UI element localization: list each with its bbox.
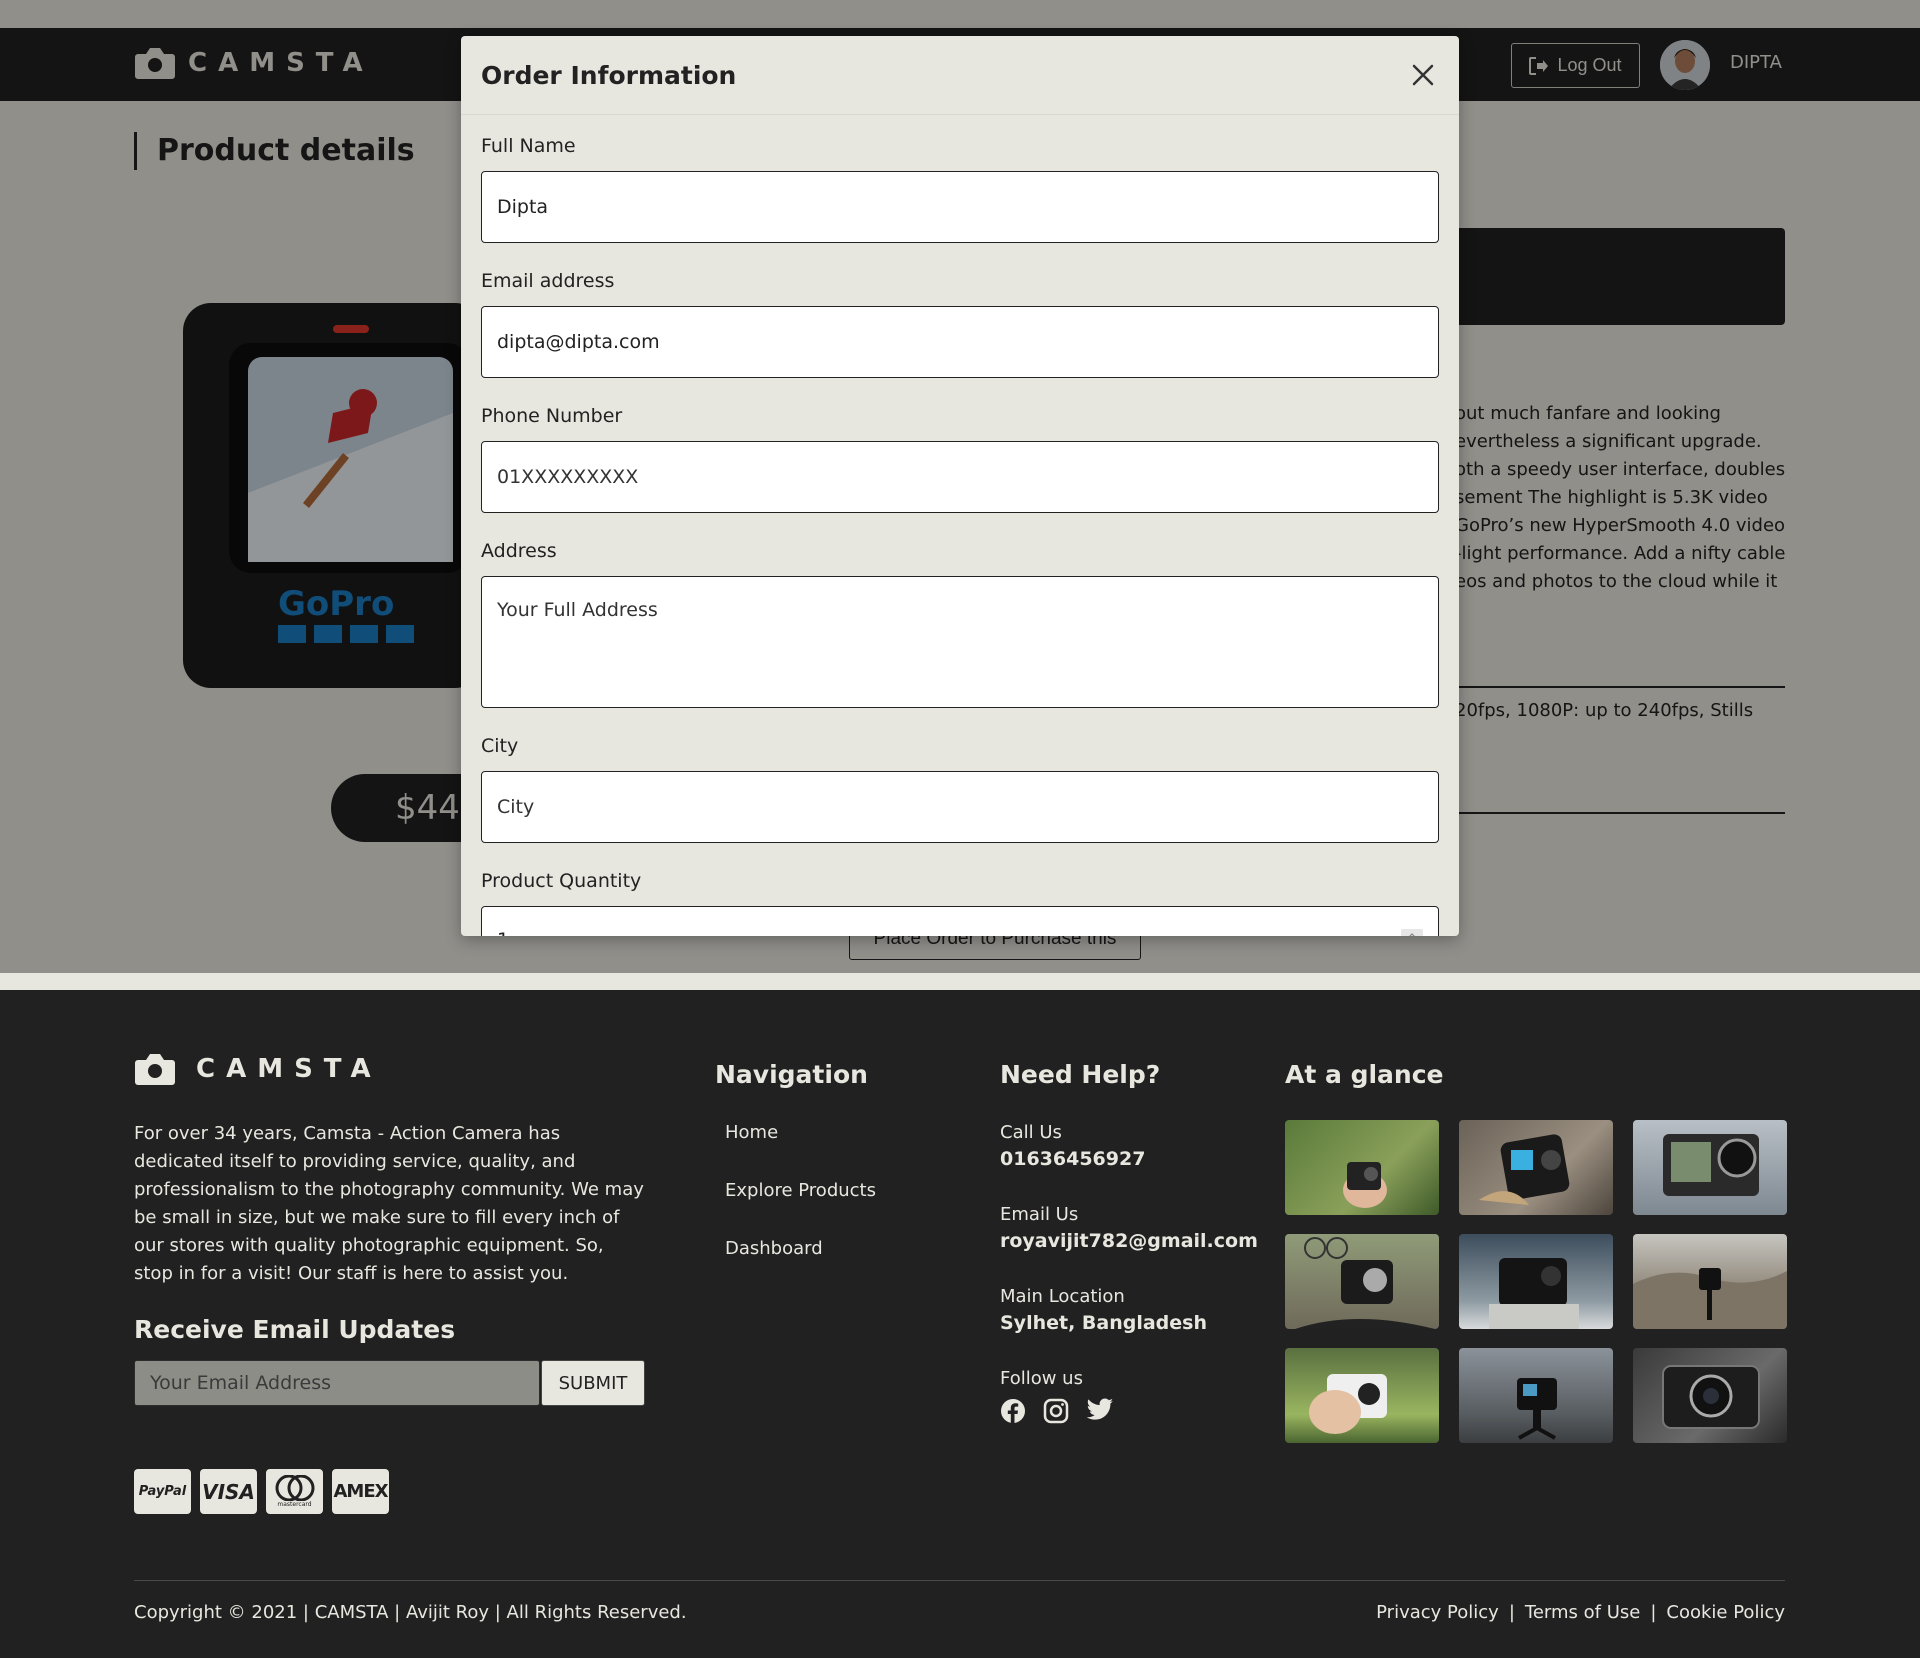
- navigation-title: Navigation: [715, 1060, 868, 1089]
- gallery-image[interactable]: [1633, 1234, 1787, 1329]
- call-label: Call Us: [1000, 1122, 1062, 1143]
- quantity-label: Product Quantity: [481, 870, 642, 892]
- city-label: City: [481, 735, 519, 757]
- city-input[interactable]: [481, 771, 1439, 843]
- location-label: Main Location: [1000, 1286, 1125, 1307]
- address-textarea[interactable]: [481, 576, 1439, 708]
- footer-divider: [134, 1580, 1785, 1581]
- modal-header: Order Information: [461, 36, 1459, 115]
- gallery-image[interactable]: [1633, 1348, 1787, 1443]
- facebook-icon[interactable]: [1000, 1398, 1026, 1424]
- address-label: Address: [481, 540, 557, 562]
- phone-input[interactable]: [481, 441, 1439, 513]
- full-name-input[interactable]: [481, 171, 1439, 243]
- cookie-policy-link[interactable]: Cookie Policy: [1666, 1602, 1785, 1623]
- separator: |: [1508, 1602, 1515, 1623]
- help-title: Need Help?: [1000, 1060, 1161, 1089]
- quantity-stepper[interactable]: 1: [481, 906, 1439, 936]
- footer-brand[interactable]: CAMSTA: [134, 1052, 382, 1086]
- footer-brand-name: CAMSTA: [196, 1054, 382, 1084]
- modal-body: Full Name Email address Phone Number Add…: [461, 115, 1459, 936]
- amex-icon: AMEX: [332, 1469, 389, 1514]
- email-field[interactable]: [481, 306, 1439, 378]
- phone-number[interactable]: 01636456927: [1000, 1148, 1145, 1170]
- spinner-arrows-icon[interactable]: [1401, 929, 1423, 936]
- footer: CAMSTA For over 34 years, Camsta - Actio…: [0, 990, 1920, 1658]
- order-modal: Order Information Full Name Email addres…: [461, 36, 1459, 936]
- instagram-icon[interactable]: [1043, 1398, 1069, 1424]
- full-name-label: Full Name: [481, 135, 576, 157]
- legal-links: Privacy Policy | Terms of Use | Cookie P…: [1376, 1602, 1785, 1623]
- footer-nav-dashboard[interactable]: Dashboard: [725, 1238, 823, 1259]
- glance-title: At a glance: [1285, 1060, 1444, 1089]
- visa-icon: VISA: [200, 1469, 257, 1514]
- camera-icon: [135, 1054, 175, 1085]
- gallery-image[interactable]: [1285, 1120, 1439, 1215]
- close-icon: [1412, 64, 1434, 86]
- footer-about: For over 34 years, Camsta - Action Camer…: [134, 1123, 644, 1284]
- email-us-label: Email Us: [1000, 1204, 1079, 1225]
- email-label: Email address: [481, 270, 615, 292]
- mastercard-icon: mastercard: [266, 1469, 323, 1514]
- follow-label: Follow us: [1000, 1368, 1083, 1389]
- phone-label: Phone Number: [481, 405, 623, 427]
- location-value: Sylhet, Bangladesh: [1000, 1312, 1207, 1334]
- payment-methods: PayPal VISA mastercard AMEX: [134, 1469, 389, 1514]
- paypal-icon: PayPal: [134, 1469, 191, 1514]
- quantity-value: 1: [497, 929, 509, 936]
- gallery-image[interactable]: [1459, 1120, 1613, 1215]
- close-button[interactable]: [1407, 59, 1439, 91]
- email-updates-title: Receive Email Updates: [134, 1315, 456, 1344]
- modal-title: Order Information: [481, 60, 737, 90]
- copyright: Copyright © 2021 | CAMSTA | Avijit Roy |…: [134, 1602, 687, 1623]
- twitter-icon[interactable]: [1086, 1398, 1114, 1422]
- gallery-image[interactable]: [1285, 1234, 1439, 1329]
- social-links: [1000, 1398, 1114, 1424]
- gallery-image[interactable]: [1633, 1120, 1787, 1215]
- gallery-image[interactable]: [1459, 1234, 1613, 1329]
- privacy-policy-link[interactable]: Privacy Policy: [1376, 1602, 1499, 1623]
- gallery-image[interactable]: [1459, 1348, 1613, 1443]
- separator: |: [1650, 1602, 1657, 1623]
- gallery-image[interactable]: [1285, 1348, 1439, 1443]
- submit-button[interactable]: SUBMIT: [541, 1360, 645, 1406]
- support-email[interactable]: royavijit782@gmail.com: [1000, 1230, 1258, 1252]
- newsletter-email-input[interactable]: [134, 1360, 540, 1406]
- terms-of-use-link[interactable]: Terms of Use: [1525, 1602, 1640, 1623]
- glance-gallery: [1285, 1120, 1787, 1443]
- footer-nav-explore-products[interactable]: Explore Products: [725, 1180, 876, 1201]
- footer-nav-home[interactable]: Home: [725, 1122, 778, 1143]
